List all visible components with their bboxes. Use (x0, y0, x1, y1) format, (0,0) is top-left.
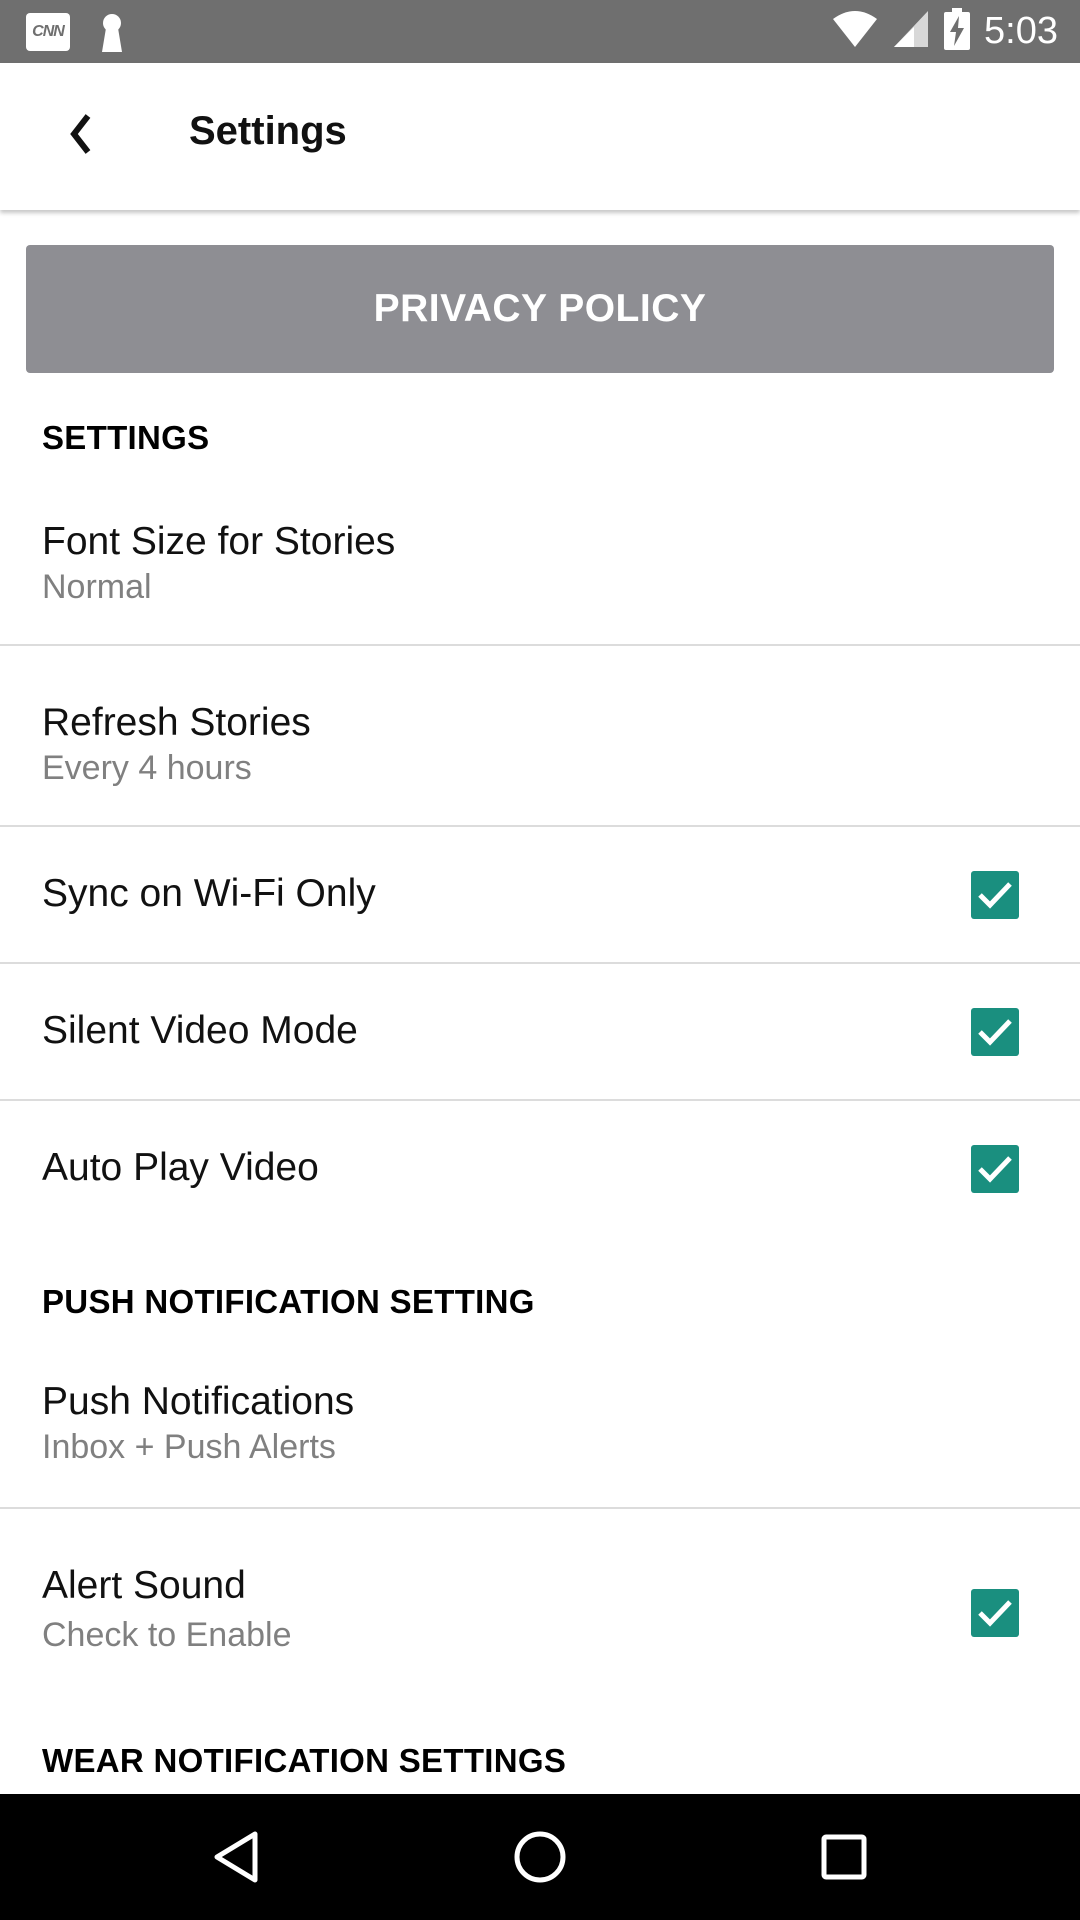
recents-square-icon (821, 1834, 867, 1880)
battery-charging-icon (944, 7, 971, 55)
wifi-icon (832, 9, 878, 54)
back-button[interactable] (50, 103, 110, 169)
home-circle-icon (514, 1831, 566, 1883)
alert-sound-checkbox[interactable] (971, 1589, 1019, 1637)
checkmark-icon (978, 1156, 1012, 1183)
navigation-bar (0, 1794, 1080, 1920)
section-header-settings: SETTINGS (42, 419, 210, 456)
cnn-icon: CNN (26, 13, 70, 51)
section-header-wear: WEAR NOTIFICATION SETTINGS (42, 1742, 567, 1779)
setting-auto-play-video[interactable]: Auto Play Video (0, 1101, 1080, 1237)
status-time: 5:03 (984, 9, 1058, 52)
setting-push-notifications[interactable]: Push Notifications Inbox + Push Alerts (0, 1360, 1080, 1508)
nav-recents-button[interactable] (809, 1822, 879, 1892)
setting-refresh-stories[interactable]: Refresh Stories Every 4 hours (0, 646, 1080, 826)
setting-title: Refresh Stories (42, 701, 311, 744)
setting-subtitle: Inbox + Push Alerts (42, 1428, 336, 1466)
status-bar: CNN 5:03 (0, 0, 1080, 63)
back-triangle-icon (214, 1831, 258, 1883)
setting-title: Alert Sound (42, 1564, 246, 1607)
nav-home-button[interactable] (505, 1822, 575, 1892)
privacy-policy-button[interactable]: PRIVACY POLICY (26, 245, 1054, 373)
setting-alert-sound[interactable]: Alert Sound Check to Enable (0, 1509, 1080, 1689)
chevron-left-icon (68, 113, 92, 159)
keyhole-icon (98, 12, 126, 52)
silent-video-checkbox[interactable] (971, 1008, 1019, 1056)
settings-list[interactable]: PRIVACY POLICY SETTINGS Font Size for St… (0, 210, 1080, 1794)
setting-subtitle: Check to Enable (42, 1616, 292, 1654)
setting-title: Push Notifications (42, 1380, 355, 1423)
setting-subtitle: Normal (42, 568, 152, 606)
page-title: Settings (189, 109, 347, 153)
auto-play-checkbox[interactable] (971, 1145, 1019, 1193)
sync-wifi-checkbox[interactable] (971, 871, 1019, 919)
setting-title: Font Size for Stories (42, 520, 396, 563)
setting-sync-wifi-only[interactable]: Sync on Wi-Fi Only (0, 827, 1080, 963)
signal-icon (892, 9, 930, 54)
section-header-push: PUSH NOTIFICATION SETTING (42, 1283, 535, 1320)
app-bar: Settings (0, 63, 1080, 210)
checkmark-icon (978, 882, 1012, 909)
setting-title: Silent Video Mode (42, 1009, 358, 1052)
setting-subtitle: Every 4 hours (42, 749, 252, 787)
checkmark-icon (978, 1019, 1012, 1046)
nav-back-button[interactable] (201, 1822, 271, 1892)
setting-font-size[interactable]: Font Size for Stories Normal (0, 500, 1080, 646)
setting-title: Auto Play Video (42, 1146, 319, 1189)
checkmark-icon (978, 1600, 1012, 1627)
setting-silent-video-mode[interactable]: Silent Video Mode (0, 964, 1080, 1100)
setting-title: Sync on Wi-Fi Only (42, 872, 376, 915)
